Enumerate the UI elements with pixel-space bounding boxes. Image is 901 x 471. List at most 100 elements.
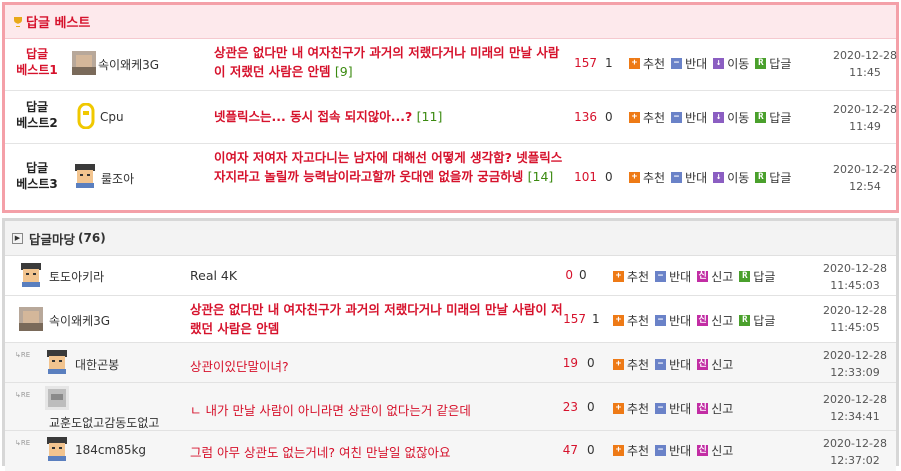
minus-icon: − [655,271,667,282]
reply-indent-icon: ↳RE [15,351,31,359]
recommend-button[interactable]: + 추천 [629,55,665,72]
down-arrow-icon: ↓ [713,58,725,69]
reply-indent-icon: ↳RE [15,391,31,399]
nickname[interactable]: 속이왜케3G [98,56,159,73]
move-button[interactable]: ↓ 이동 [713,109,749,126]
reply-icon: R [755,172,767,183]
reply-row[interactable]: ↳RE 교훈도없고감동도없고 ㄴ 내가 만날 사람이 아니라면 상관이 없다는거… [5,383,896,431]
report-button[interactable]: 신 신고 [697,400,733,417]
reply-button[interactable]: R 답글 [755,169,791,186]
reply-button[interactable]: R 답글 [755,109,791,126]
report-button[interactable]: 신 신고 [697,268,733,285]
avatar[interactable] [73,164,97,188]
best-subject-link[interactable]: 상관은 없다만 내 여자친구가 과거의 저랬다거나 미래의 만날 사람이 저랬던… [214,43,569,81]
vote-count: 0 [579,268,587,282]
post-date: 2020-12-28 12:54 [833,163,897,193]
reply-content[interactable]: 상관이있단말이녀? [190,356,289,375]
post-date: 2020-12-28 12:33:09 [823,349,887,379]
plus-icon: + [613,445,624,456]
nickname[interactable]: 교훈도없고감동도없고 [49,414,159,431]
best-row[interactable]: 답글 베스트2 Cpu 넷플릭스는... 동시 접속 되지않아...? [11]… [5,91,897,144]
nickname[interactable]: Cpu [100,110,124,124]
avatar[interactable] [77,103,95,129]
trophy-icon [14,16,22,27]
best-rank-3: 답글 베스트3 [16,161,58,191]
best-subject-link[interactable]: 이여자 저여자 자고다니는 남자에 대해선 어떻게 생각함? 넷플릭스 자지라고… [214,148,564,186]
vote-count: 0 [587,356,595,370]
recommend-button[interactable]: + 추천 [613,442,649,459]
vote-count: 0 [587,400,595,414]
recommend-button[interactable]: + 추천 [613,312,649,329]
oppose-button[interactable]: − 반대 [671,55,707,72]
reply-row[interactable]: ↳RE 대한곤봉 상관이있단말이녀? 19 0 + 추천 − 반대 신 신고 2020… [5,343,896,383]
minus-icon: − [671,172,683,183]
reply-button[interactable]: R 답글 [739,312,775,329]
plus-icon: + [613,271,624,282]
oppose-button[interactable]: − 반대 [655,268,691,285]
avatar[interactable] [19,263,43,287]
move-button[interactable]: ↓ 이동 [713,55,749,72]
plus-icon: + [629,112,640,123]
view-count: 101 [574,170,597,184]
oppose-button[interactable]: − 반대 [671,169,707,186]
plus-icon: + [629,172,640,183]
reply-row[interactable]: 속이왜케3G 상관은 없다만 내 여자친구가 과거의 저랬다거나 미래의 만날 … [5,296,896,343]
report-button[interactable]: 신 신고 [697,356,733,373]
avatar[interactable] [45,350,69,374]
avatar[interactable] [45,386,69,410]
collapse-arrow-icon[interactable]: ▶ [12,232,23,244]
reply-content[interactable]: 상관은 없다만 내 여자친구가 과거의 저랬다거나 미래의 만날 사람이 저랬던… [190,300,565,338]
reply-indent-icon: ↳RE [15,439,31,447]
nickname[interactable]: 룰조아 [101,170,134,187]
plus-icon: + [629,58,640,69]
vote-count: 0 [605,110,613,124]
reply-icon: R [739,271,751,282]
oppose-button[interactable]: − 반대 [655,400,691,417]
avatar[interactable] [45,437,69,461]
oppose-button[interactable]: − 반대 [655,312,691,329]
best-row[interactable]: 답글 베스트3 룰조아 이여자 저여자 자고다니는 남자에 대해선 어떻게 생각… [5,144,897,212]
recommend-button[interactable]: + 추천 [629,169,665,186]
row-actions: + 추천 − 반대 ↓ 이동 R 답글 [629,169,797,186]
down-arrow-icon: ↓ [713,112,725,123]
reply-content[interactable]: Real 4K [190,268,237,283]
oppose-button[interactable]: − 반대 [655,356,691,373]
report-icon: 신 [697,359,709,370]
oppose-button[interactable]: − 반대 [655,442,691,459]
report-button[interactable]: 신 신고 [697,312,733,329]
minus-icon: − [655,315,667,326]
avatar[interactable] [19,307,43,331]
avatar[interactable] [72,51,96,75]
minus-icon: − [671,58,683,69]
nickname[interactable]: 184cm85kg [75,443,146,457]
best-rank-2: 답글 베스트2 [16,100,58,130]
report-button[interactable]: 신 신고 [697,442,733,459]
recommend-button[interactable]: + 추천 [613,268,649,285]
row-actions: + 추천 − 반대 신 신고 [613,442,739,459]
reply-row[interactable]: 토도아키라 Real 4K 0 0 + 추천 − 반대 신 신고 R 답글 2020-1… [5,256,896,296]
comment-count: [9] [334,64,353,79]
reply-content[interactable]: 그럼 아무 상관도 없는거네? 여친 만날일 없잖아요 [190,442,450,461]
reply-madang-title: 답글마당 [29,231,76,247]
nickname[interactable]: 속이왜케3G [49,312,110,329]
best-subject-link[interactable]: 넷플릭스는... 동시 접속 되지않아...? [11] [214,107,569,126]
recommend-button[interactable]: + 추천 [613,356,649,373]
best-row[interactable]: 답글 베스트1 속이왜케3G 상관은 없다만 내 여자친구가 과거의 저랬다거나… [5,39,897,91]
vote-count: 0 [587,443,595,457]
reply-button[interactable]: R 답글 [755,55,791,72]
reply-button[interactable]: R 답글 [739,268,775,285]
move-button[interactable]: ↓ 이동 [713,169,749,186]
reply-content[interactable]: ㄴ 내가 만날 사람이 아니라면 상관이 없다는거 같은데 [190,400,471,419]
recommend-button[interactable]: + 추천 [629,109,665,126]
reply-row[interactable]: ↳RE 184cm85kg 그럼 아무 상관도 없는거네? 여친 만날일 없잖아… [5,431,896,471]
row-actions: + 추천 − 반대 ↓ 이동 R 답글 [629,109,797,126]
recommend-button[interactable]: + 추천 [613,400,649,417]
vote-count: 0 [605,170,613,184]
nickname[interactable]: 대한곤봉 [75,356,119,373]
oppose-button[interactable]: − 반대 [671,109,707,126]
reply-icon: R [755,58,767,69]
reply-icon: R [739,315,751,326]
view-count: 47 [562,443,578,457]
nickname[interactable]: 토도아키라 [49,268,104,285]
view-count: 136 [574,110,597,124]
